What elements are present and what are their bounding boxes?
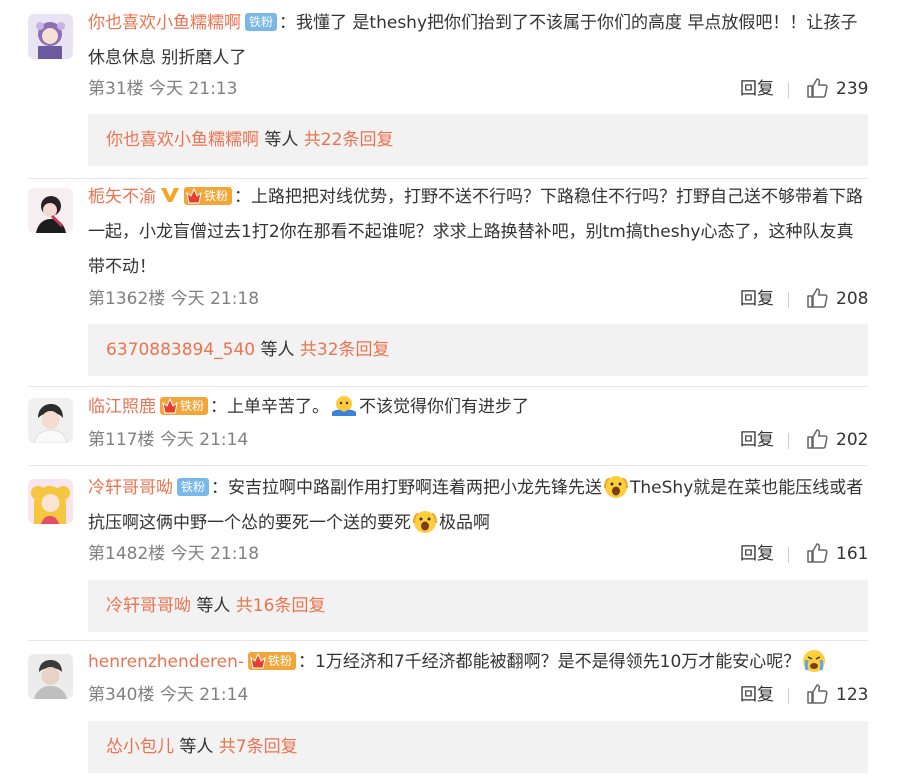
comment-text: ：安吉拉啊中路副作用打野啊连着两把小龙先锋先送 — [211, 478, 603, 498]
fan-badge[interactable]: 铁粉 — [245, 12, 278, 31]
username-link[interactable]: 冷轩哥哥呦 — [88, 478, 173, 498]
separator — [788, 82, 789, 98]
floor-number: 第1482楼 — [88, 544, 166, 564]
comment-meta: 第1482楼 今天 21:18 回复 161 — [88, 540, 868, 568]
comment-body: henrenzhenderen- 铁粉 ：1万经济和7千经济都能被翻啊？是不是得领先… — [88, 645, 868, 680]
fan-badge[interactable]: 铁粉 — [184, 186, 233, 205]
sub-reply-count-link[interactable]: 共22条回复 — [304, 130, 394, 150]
avatar[interactable] — [28, 654, 73, 699]
reply-button[interactable]: 回复 — [740, 681, 774, 709]
reply-button[interactable]: 回复 — [740, 426, 774, 454]
floor-time: 第117楼 今天 21:14 — [88, 426, 248, 454]
sub-reply-others: 等人 — [259, 130, 304, 150]
comment-meta: 第340楼 今天 21:14 回复 123 — [88, 681, 868, 709]
floor-time: 第340楼 今天 21:14 — [88, 681, 248, 709]
crying-emoji-icon — [803, 649, 826, 672]
floor-time: 第1482楼 今天 21:18 — [88, 540, 259, 568]
comment-meta: 第117楼 今天 21:14 回复 202 — [88, 426, 868, 454]
crown-icon — [250, 652, 266, 668]
like-count: 161 — [836, 544, 869, 564]
avatar[interactable] — [28, 479, 73, 524]
timestamp: 今天 21:13 — [149, 79, 238, 99]
sub-reply-others: 等人 — [174, 737, 219, 757]
sub-reply-others: 等人 — [255, 340, 300, 360]
avatar[interactable] — [28, 188, 73, 233]
sub-reply-count-link[interactable]: 共7条回复 — [219, 737, 298, 757]
avatar[interactable] — [28, 398, 73, 443]
timestamp: 今天 21:18 — [170, 289, 260, 309]
screaming-emoji-icon — [604, 475, 629, 498]
comment-body: 冷轩哥哥呦 铁粉 ：安吉拉啊中路副作用打野啊连着两把小龙先锋先送 TheShy就是在菜… — [88, 471, 868, 541]
fan-badge[interactable]: 铁粉 — [248, 651, 297, 670]
sub-reply-others: 等人 — [191, 596, 236, 616]
fan-badge[interactable]: 铁粉 — [177, 477, 210, 496]
floor-time: 第1362楼 今天 21:18 — [88, 285, 259, 313]
sub-reply-count-link[interactable]: 共32条回复 — [300, 340, 390, 360]
badge-label: 铁粉 — [204, 188, 229, 203]
crown-icon — [186, 187, 202, 203]
reply-button[interactable]: 回复 — [740, 540, 774, 568]
comment-list: 你也喜欢小鱼糯糯啊 铁粉 ：我懂了 是theshy把你们抬到了不该属于你们的高度 早… — [0, 0, 899, 782]
comment-text: ：1万经济和7千经济都能被翻啊？是不是得领先10万才能安心呢？ — [298, 652, 801, 672]
thumbs-up-icon[interactable] — [806, 428, 828, 450]
hug-emoji-icon — [332, 395, 357, 416]
sub-reply-user[interactable]: 怂小包儿 — [106, 737, 174, 757]
divider — [28, 178, 868, 179]
like-count: 208 — [836, 289, 869, 309]
like-count: 239 — [836, 79, 869, 99]
comment-text-end: 极品啊 — [439, 513, 490, 533]
timestamp: 今天 21:14 — [159, 685, 249, 705]
floor-number: 第117楼 — [88, 430, 155, 450]
floor-number: 第340楼 — [88, 685, 155, 705]
sub-replies-box[interactable]: 你也喜欢小鱼糯糯啊 等人 共22条回复 — [88, 114, 868, 166]
comment-text-cont: 不该觉得你们有进步了 — [359, 397, 530, 417]
sub-reply-user[interactable]: 冷轩哥哥呦 — [106, 596, 191, 616]
thumbs-up-icon[interactable] — [806, 287, 828, 309]
divider — [28, 386, 868, 387]
sub-replies-box[interactable]: 冷轩哥哥呦 等人 共16条回复 — [88, 580, 868, 632]
username-link[interactable]: 临江照鹿 — [88, 397, 156, 417]
separator — [788, 547, 789, 563]
separator — [788, 292, 789, 308]
screaming-emoji-icon — [413, 510, 437, 533]
username-link[interactable]: henrenzhenderen- — [88, 652, 244, 672]
thumbs-up-icon[interactable] — [806, 542, 828, 564]
crown-icon — [162, 397, 178, 413]
floor-time: 第31楼 今天 21:13 — [88, 75, 237, 103]
username-link[interactable]: 栀矢不渝 — [88, 187, 156, 207]
like-count: 202 — [836, 430, 869, 450]
sub-reply-user[interactable]: 6370883894_540 — [106, 340, 255, 360]
floor-number: 第1362楼 — [88, 289, 166, 309]
like-count: 123 — [836, 685, 869, 705]
sub-replies-box[interactable]: 怂小包儿 等人 共7条回复 — [88, 721, 868, 773]
comment-text: ：上单辛苦了。 — [210, 397, 330, 417]
v-icon — [161, 188, 179, 202]
fan-badge[interactable]: 铁粉 — [160, 396, 209, 415]
divider — [28, 640, 868, 641]
username-link[interactable]: 你也喜欢小鱼糯糯啊 — [88, 13, 241, 33]
thumbs-up-icon[interactable] — [806, 683, 828, 705]
comment-body: 临江照鹿 铁粉 ：上单辛苦了。 不该觉得你们有进步了 — [88, 390, 868, 425]
separator — [788, 433, 789, 449]
thumbs-up-icon[interactable] — [806, 77, 828, 99]
separator — [788, 688, 789, 704]
divider — [28, 465, 868, 466]
comment-body: 栀矢不渝 铁粉 ：上路把把对线优势，打野不送不行吗？下路稳住不行吗？打野自己送不够带… — [88, 180, 868, 285]
avatar[interactable] — [28, 14, 73, 59]
sub-reply-user[interactable]: 你也喜欢小鱼糯糯啊 — [106, 130, 259, 150]
comment-meta: 第1362楼 今天 21:18 回复 208 — [88, 285, 868, 313]
timestamp: 今天 21:14 — [159, 430, 249, 450]
comment-body: 你也喜欢小鱼糯糯啊 铁粉 ：我懂了 是theshy把你们抬到了不该属于你们的高度 早… — [88, 6, 868, 76]
sub-replies-box[interactable]: 6370883894_540 等人 共32条回复 — [88, 324, 868, 376]
reply-button[interactable]: 回复 — [740, 285, 774, 313]
floor-number: 第31楼 — [88, 79, 144, 99]
comment-meta: 第31楼 今天 21:13 回复 239 — [88, 75, 868, 103]
badge-label: 铁粉 — [268, 653, 293, 668]
timestamp: 今天 21:18 — [170, 544, 260, 564]
badge-label: 铁粉 — [180, 398, 205, 413]
sub-reply-count-link[interactable]: 共16条回复 — [236, 596, 326, 616]
reply-button[interactable]: 回复 — [740, 75, 774, 103]
